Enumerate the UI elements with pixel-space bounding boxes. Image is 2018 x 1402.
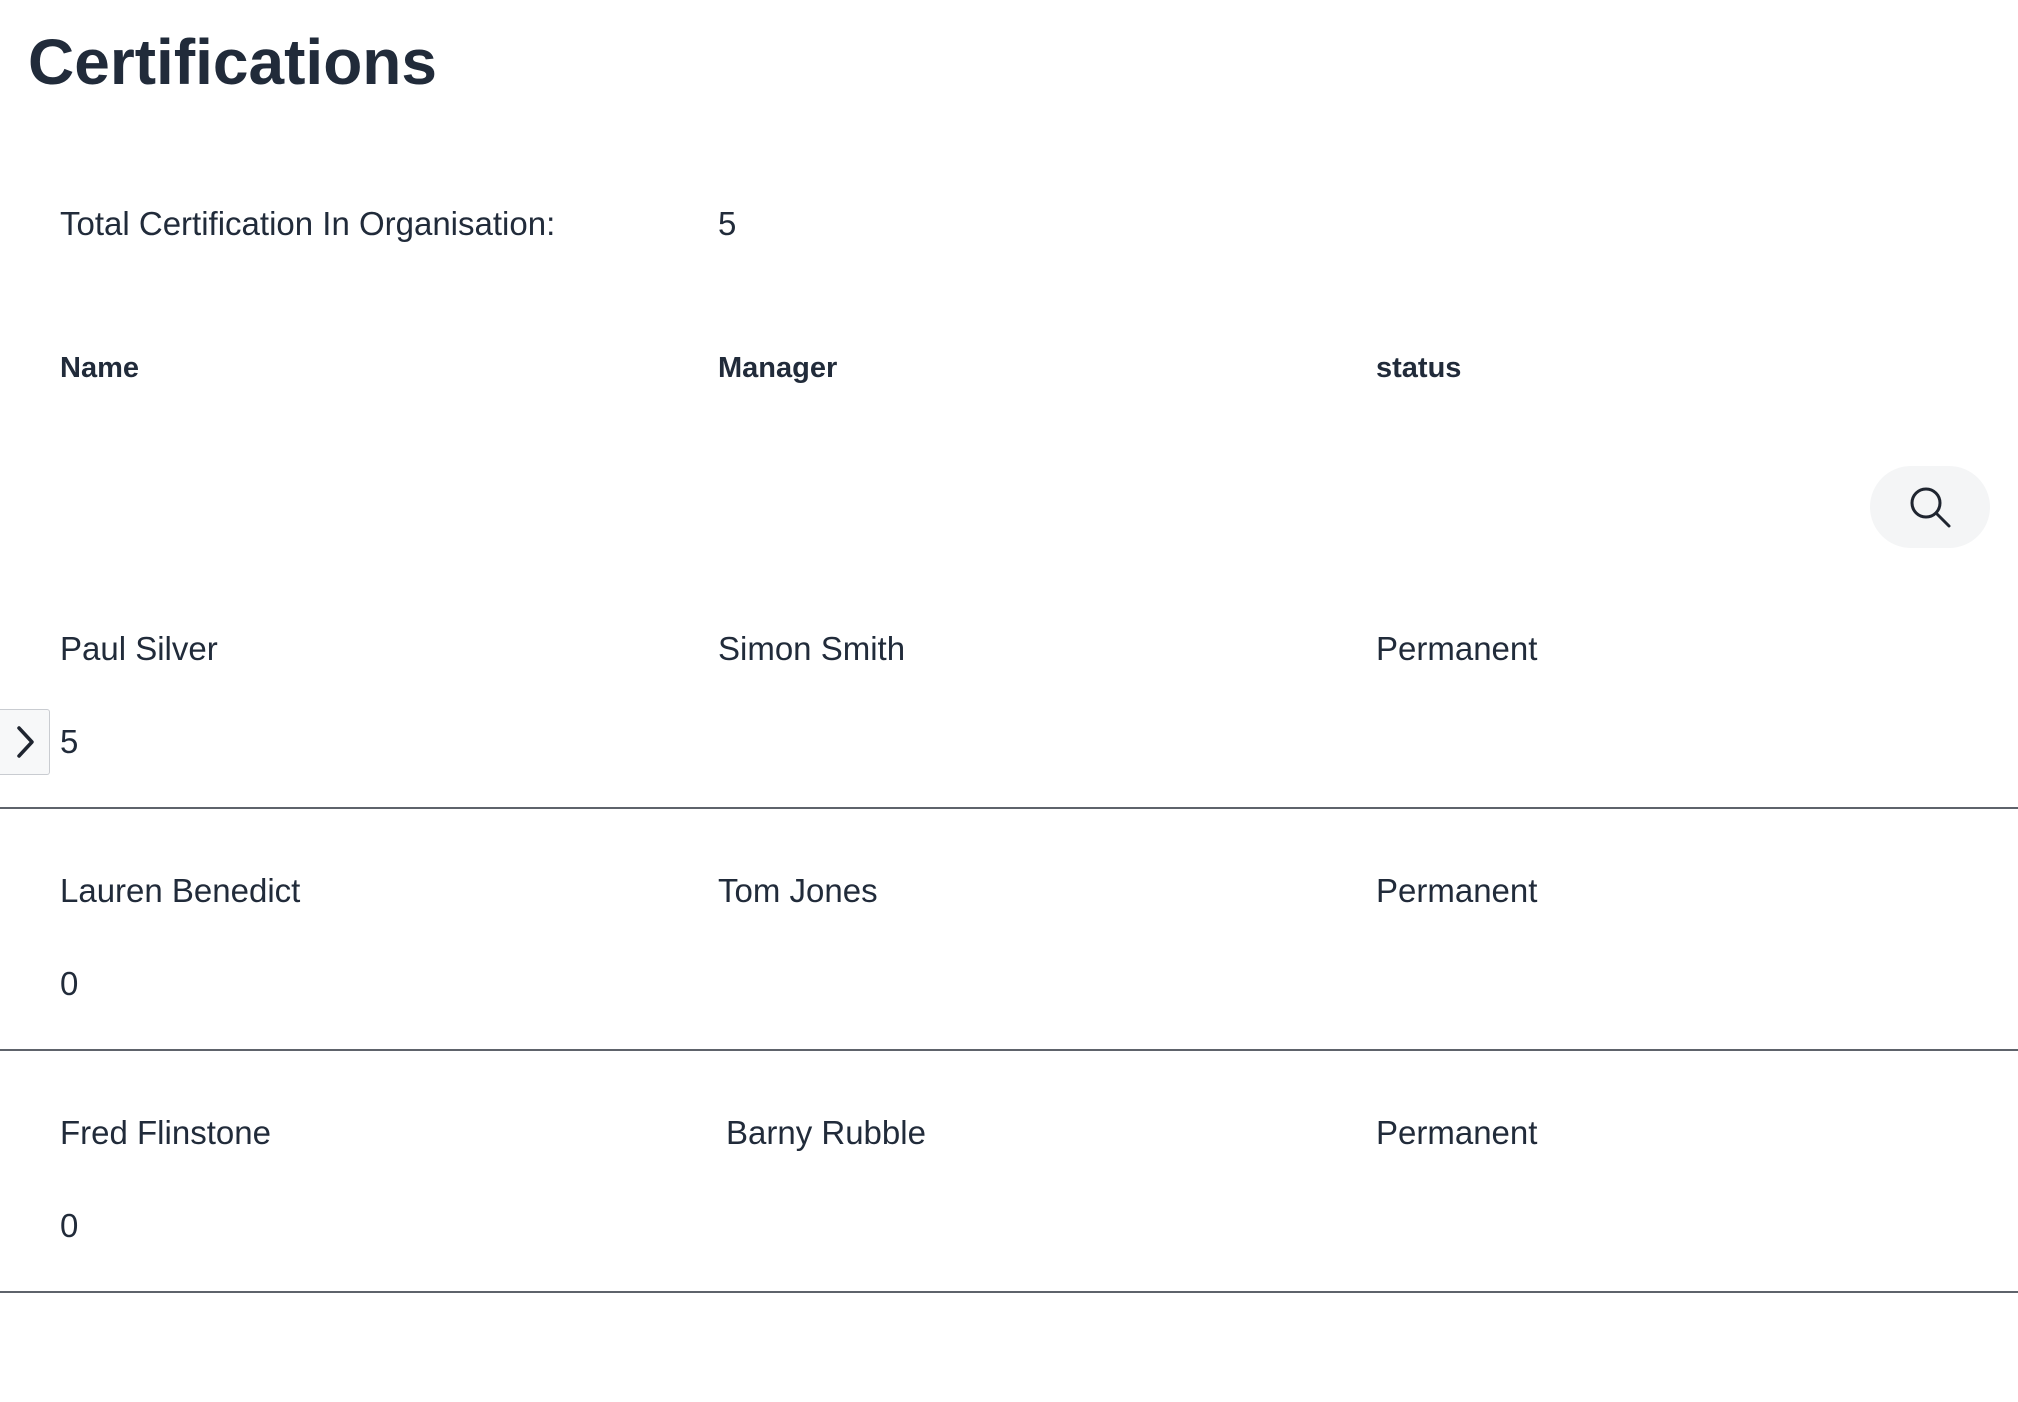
row-manager: Simon Smith: [718, 630, 906, 667]
row-manager: Tom Jones: [718, 872, 878, 909]
column-header-manager[interactable]: Manager: [718, 350, 837, 386]
page-title: Certifications: [28, 26, 437, 98]
chevron-right-icon: [14, 725, 36, 759]
row-manager: Barny Rubble: [726, 1114, 926, 1151]
table-row[interactable]: Paul Silver Simon Smith Permanent 5: [0, 567, 2018, 809]
search-button[interactable]: [1870, 466, 1990, 548]
row-name: Fred Flinstone: [60, 1114, 271, 1151]
row-certification-count: 0: [60, 1207, 79, 1244]
row-name: Lauren Benedict: [60, 872, 301, 909]
row-status: Permanent: [1376, 872, 1538, 909]
row-status: Permanent: [1376, 1114, 1538, 1151]
table-row[interactable]: Lauren Benedict Tom Jones Permanent 0: [0, 809, 2018, 1051]
total-certifications-value: 5: [718, 205, 737, 242]
search-icon: [1907, 484, 1953, 530]
row-certification-count: 0: [60, 965, 79, 1002]
table-row[interactable]: Fred Flinstone Barny Rubble Permanent 0: [0, 1051, 2018, 1293]
row-name: Paul Silver: [60, 630, 218, 667]
column-header-status[interactable]: status: [1376, 350, 1461, 386]
total-certifications-label: Total Certification In Organisation:: [60, 205, 556, 242]
expand-row-button[interactable]: [0, 709, 50, 775]
row-certification-count: 5: [60, 723, 79, 760]
row-status: Permanent: [1376, 630, 1538, 667]
column-header-name[interactable]: Name: [60, 350, 139, 386]
